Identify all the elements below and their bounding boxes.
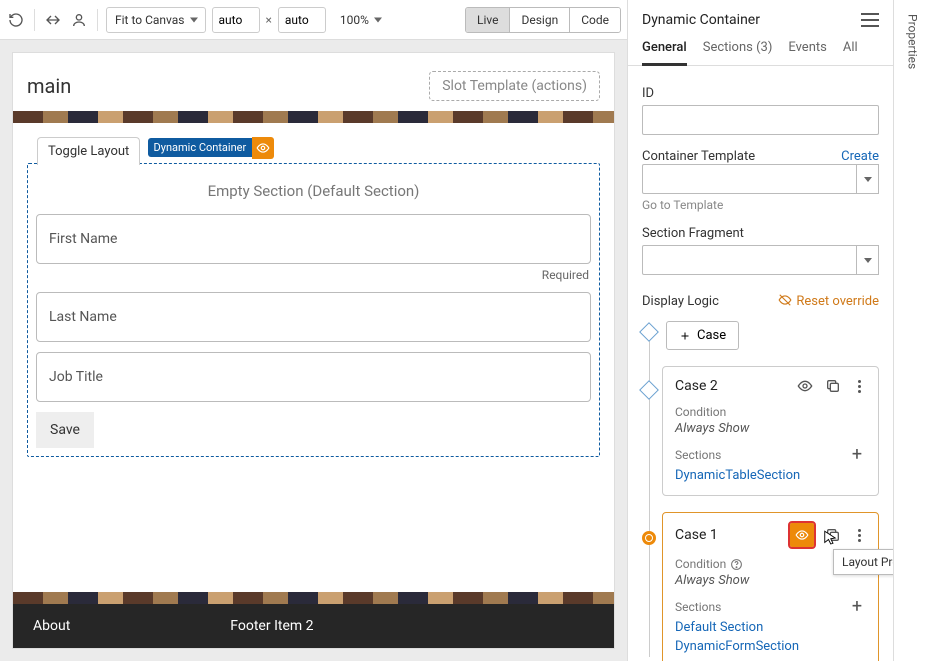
footer-col-1: About — [33, 618, 70, 634]
user-icon[interactable] — [69, 10, 89, 30]
case-menu-icon[interactable] — [852, 527, 866, 543]
height-input[interactable] — [278, 7, 326, 33]
right-rail: Properties — [893, 0, 931, 661]
page-frame: main Slot Template (actions) Toggle Layo… — [12, 52, 615, 649]
chevron-down-icon[interactable] — [857, 164, 879, 194]
duplicate-icon[interactable] — [824, 377, 842, 395]
save-button[interactable]: Save — [36, 412, 94, 448]
condition-label: Condition — [675, 405, 866, 419]
refresh-icon[interactable] — [6, 10, 26, 30]
section-link[interactable]: DynamicFormSection — [675, 639, 866, 654]
slot-template-actions[interactable]: Slot Template (actions) — [429, 71, 600, 101]
job-title-field[interactable]: Job Title — [36, 352, 591, 402]
toggle-layout-tab[interactable]: Toggle Layout — [37, 137, 140, 165]
condition-value: Always Show — [675, 573, 866, 588]
layout-preview-icon[interactable] — [252, 137, 274, 159]
visibility-icon[interactable] — [796, 377, 814, 395]
condition-value: Always Show — [675, 421, 866, 436]
width-input[interactable] — [212, 7, 260, 33]
dynamic-container[interactable]: Empty Section (Default Section) First Na… — [27, 163, 600, 457]
tooltip: Layout Preview — [833, 549, 893, 575]
properties-panel: Dynamic Container General Sections (3) E… — [627, 0, 893, 661]
section-link[interactable]: Default Section — [675, 620, 866, 635]
case-card-1[interactable]: Case 1 Layout Preview Condition Always S… — [662, 512, 879, 661]
zoom-select[interactable]: 100% — [332, 7, 389, 33]
container-template-label: Container Template — [642, 149, 755, 164]
footer-col-2: Footer Item 2 — [230, 618, 313, 634]
properties-rail-tab[interactable]: Properties — [906, 14, 920, 69]
case-card-2[interactable]: Case 2 Condition Always Show Sections Dy… — [662, 366, 879, 496]
id-label: ID — [642, 86, 879, 101]
page-title: main — [27, 74, 71, 98]
collapse-icon[interactable] — [43, 10, 63, 30]
add-section-icon[interactable] — [848, 446, 866, 464]
tab-general[interactable]: General — [642, 40, 687, 66]
panel-tabs: General Sections (3) Events All — [628, 32, 893, 66]
layout-preview-button[interactable] — [790, 523, 814, 547]
dimension-x: × — [266, 13, 272, 27]
timeline-node-active-icon — [642, 531, 656, 545]
display-logic-timeline: Case Case 2 Condition Always Show Sectio… — [642, 321, 879, 661]
empty-section-label: Empty Section (Default Section) — [36, 172, 591, 214]
sections-label: Sections — [675, 600, 721, 614]
mode-design[interactable]: Design — [509, 8, 569, 32]
display-logic-label: Display Logic — [642, 294, 719, 309]
case-title: Case 2 — [675, 378, 718, 394]
duplicate-icon[interactable] — [824, 526, 842, 544]
panel-menu-icon[interactable] — [861, 13, 879, 27]
first-name-field[interactable]: First Name — [36, 214, 591, 264]
mode-code[interactable]: Code — [569, 8, 620, 32]
section-fragment-select[interactable] — [642, 245, 879, 275]
last-name-field[interactable]: Last Name — [36, 292, 591, 342]
mode-toggle: Live Design Code — [465, 7, 621, 33]
section-link[interactable]: DynamicTableSection — [675, 468, 866, 483]
case-title: Case 1 — [675, 527, 718, 543]
timeline-node-icon — [639, 322, 659, 342]
add-case-button[interactable]: Case — [666, 321, 739, 350]
selection-label: Dynamic Container — [148, 138, 253, 157]
decorative-band-bottom — [13, 592, 614, 604]
add-section-icon[interactable] — [848, 598, 866, 616]
tab-all[interactable]: All — [843, 40, 858, 65]
goto-template-link[interactable]: Go to Template — [642, 198, 879, 212]
help-icon[interactable] — [730, 558, 743, 571]
timeline-node-icon — [639, 380, 659, 400]
top-toolbar: Fit to Canvas × 100% Live Design Code — [0, 0, 627, 40]
sections-label: Sections — [675, 448, 721, 462]
chevron-down-icon[interactable] — [857, 245, 879, 275]
page-footer: About Footer Item 2 — [13, 604, 614, 648]
section-fragment-label: Section Fragment — [642, 226, 879, 241]
id-input[interactable] — [642, 105, 879, 135]
panel-title: Dynamic Container — [642, 12, 760, 28]
container-template-select[interactable] — [642, 164, 879, 194]
reset-override-link[interactable]: Reset override — [778, 293, 879, 309]
canvas: main Slot Template (actions) Toggle Layo… — [0, 40, 627, 661]
decorative-band — [13, 111, 614, 123]
required-label: Required — [36, 268, 589, 282]
tab-sections[interactable]: Sections (3) — [703, 40, 773, 65]
mode-live[interactable]: Live — [466, 8, 509, 32]
tab-events[interactable]: Events — [788, 40, 826, 65]
selection-badge: Dynamic Container — [148, 137, 275, 159]
fit-select[interactable]: Fit to Canvas — [106, 7, 206, 33]
case-menu-icon[interactable] — [852, 378, 866, 394]
create-link[interactable]: Create — [841, 149, 879, 164]
